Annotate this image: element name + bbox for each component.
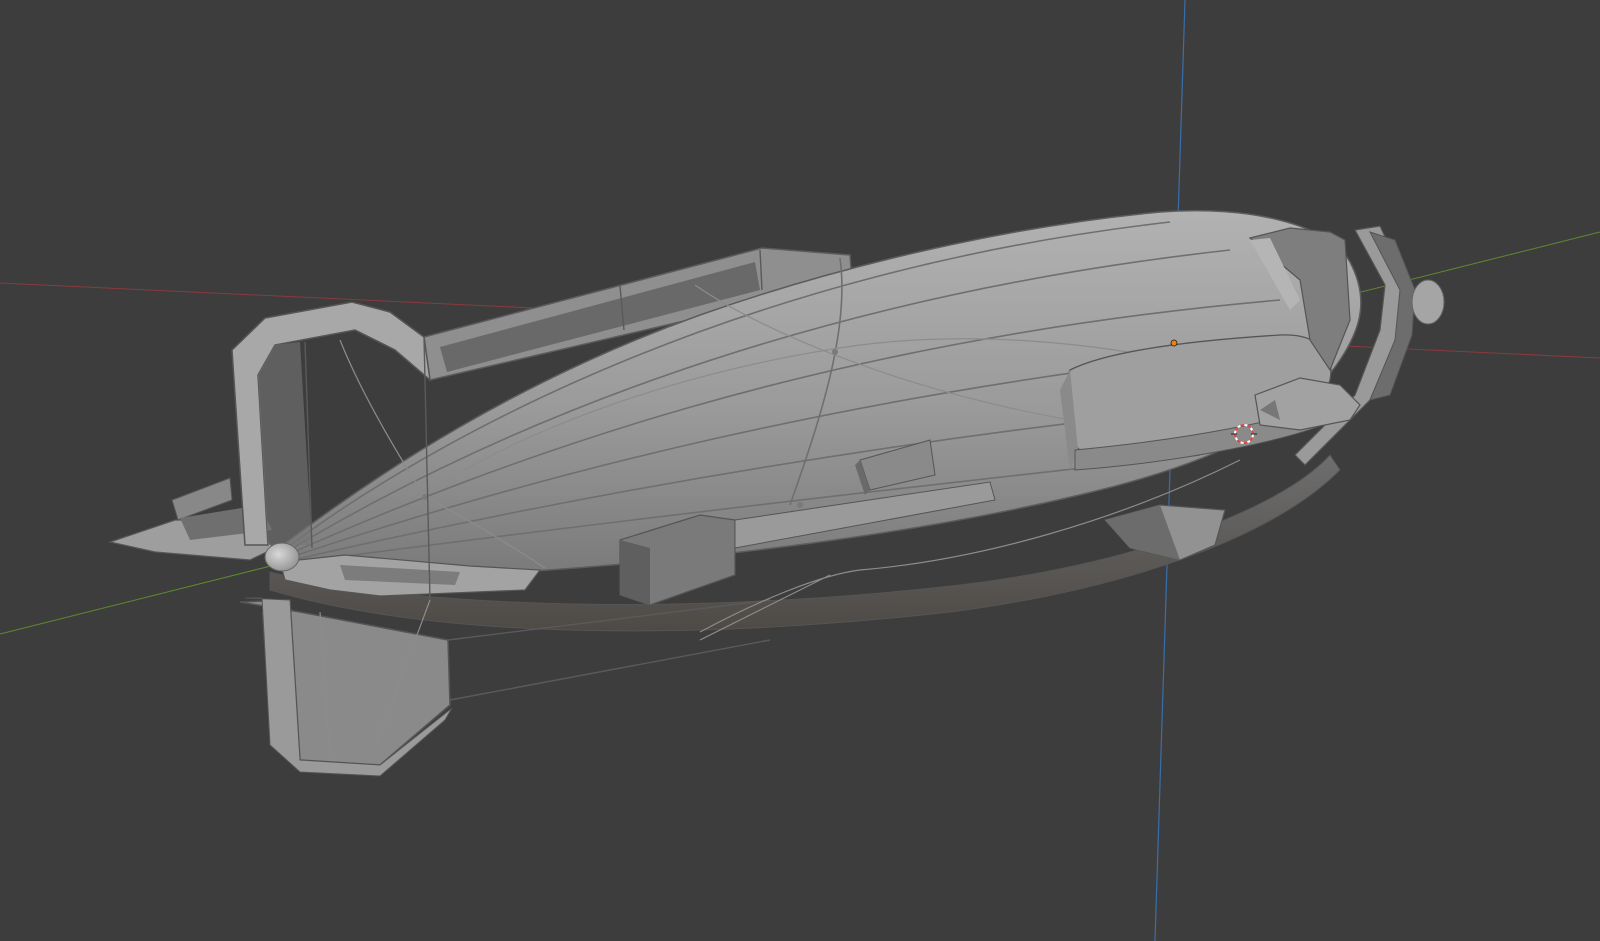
airship-mesh[interactable] bbox=[107, 209, 1445, 777]
viewport-canvas[interactable] bbox=[0, 0, 1600, 941]
keel-box-front bbox=[1103, 504, 1226, 561]
tail-cone bbox=[264, 542, 300, 572]
object-origin-marker bbox=[1170, 339, 1178, 347]
3d-viewport[interactable] bbox=[0, 0, 1600, 941]
